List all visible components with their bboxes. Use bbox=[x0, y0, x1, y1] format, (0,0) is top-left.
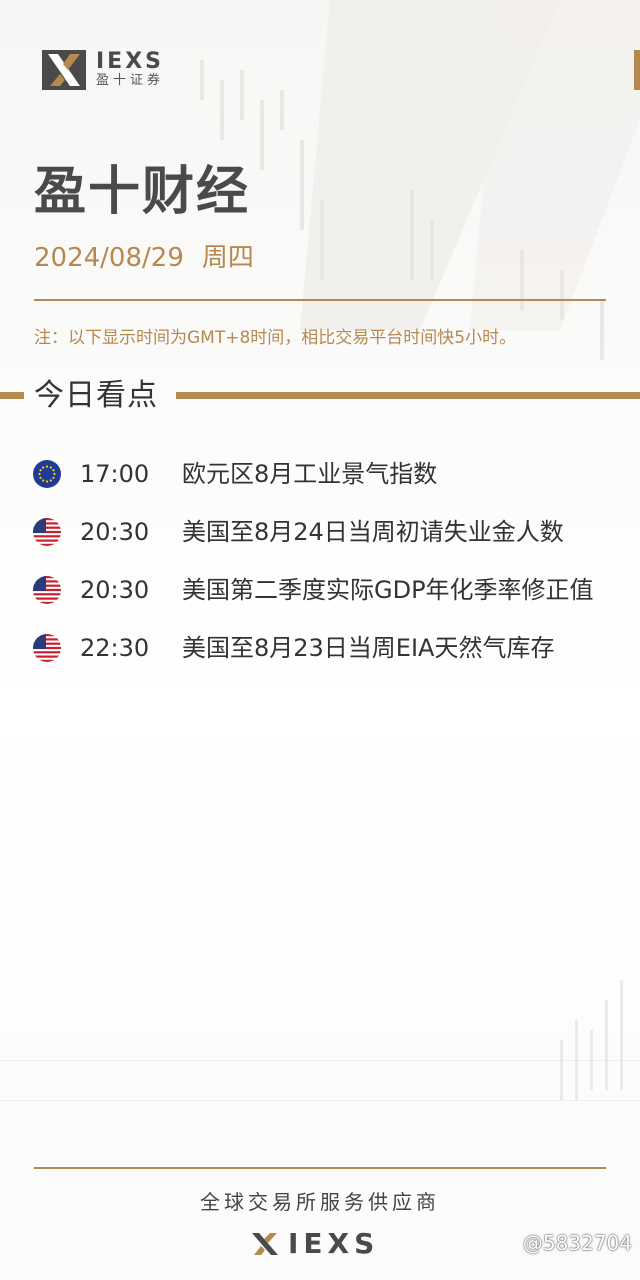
brand-subtitle: 盈十证券 bbox=[96, 73, 165, 88]
event-item: 22:30 美国至8月23日当周EIA天然气库存 bbox=[0, 626, 640, 670]
date-line: 2024/08/29 周四 bbox=[34, 240, 272, 276]
event-time: 20:30 bbox=[80, 518, 150, 546]
page-title: 盈十财经 bbox=[34, 162, 251, 222]
event-name: 美国第二季度实际GDP年化季率修正值 bbox=[182, 576, 594, 604]
us-flag-icon bbox=[33, 634, 61, 662]
side-tab-accent bbox=[634, 50, 640, 90]
brand-wordmark: IEXS bbox=[96, 49, 165, 74]
event-time: 22:30 bbox=[80, 634, 150, 662]
timezone-note: 注：以下显示时间为GMT+8时间，相比交易平台时间快5小时。 bbox=[34, 328, 517, 348]
iexs-logo-icon bbox=[42, 50, 86, 90]
footer-wordmark: IEXS bbox=[288, 1227, 380, 1260]
footer-slogan: 全球交易所服务供应商 bbox=[200, 1190, 440, 1214]
eu-flag-icon bbox=[33, 460, 61, 488]
watermark: @5832704 bbox=[522, 1231, 632, 1255]
us-flag-icon bbox=[33, 576, 61, 604]
divider-bottom bbox=[34, 1167, 606, 1169]
event-name: 美国至8月24日当周初请失业金人数 bbox=[182, 518, 564, 546]
section-title: 今日看点 bbox=[34, 378, 158, 413]
section-bar-left bbox=[0, 392, 24, 399]
event-name: 欧元区8月工业景气指数 bbox=[182, 460, 438, 488]
event-name: 美国至8月23日当周EIA天然气库存 bbox=[182, 634, 555, 662]
us-flag-icon bbox=[33, 518, 61, 546]
divider-top bbox=[34, 299, 606, 301]
event-item: 20:30 美国至8月24日当周初请失业金人数 bbox=[0, 510, 640, 554]
brand-logo: IEXS 盈十证券 bbox=[42, 50, 164, 90]
date-text: 2024/08/29 bbox=[34, 243, 184, 273]
event-time: 20:30 bbox=[80, 576, 150, 604]
footer-logo: IEXS bbox=[250, 1228, 379, 1260]
event-item: 17:00 欧元区8月工业景气指数 bbox=[0, 452, 640, 496]
event-time: 17:00 bbox=[80, 460, 150, 488]
event-item: 20:30 美国第二季度实际GDP年化季率修正值 bbox=[0, 568, 640, 612]
weekday-text: 周四 bbox=[201, 243, 254, 273]
iexs-logo-icon bbox=[252, 1233, 278, 1255]
page: IEXS 盈十证券 盈十财经 2024/08/29 周四 注：以下显示时间为GMT… bbox=[0, 0, 640, 1280]
section-bar-right bbox=[176, 392, 640, 399]
